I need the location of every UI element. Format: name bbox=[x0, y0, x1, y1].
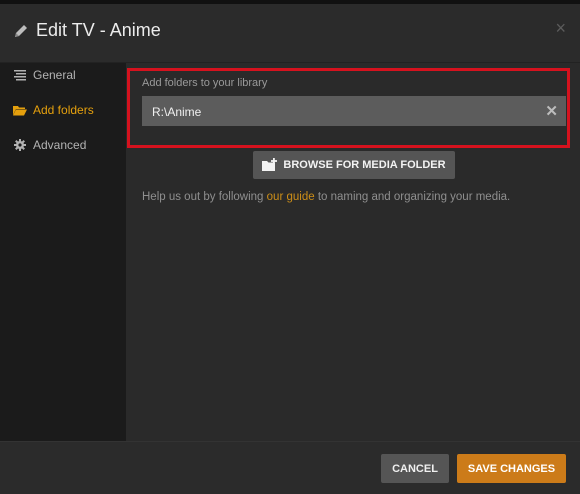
sidebar: General Add folders Advanced bbox=[0, 63, 126, 441]
close-icon[interactable]: × bbox=[555, 18, 566, 39]
folder-add-icon bbox=[262, 158, 278, 172]
sidebar-item-advanced[interactable]: Advanced bbox=[0, 131, 126, 159]
sidebar-item-general[interactable]: General bbox=[0, 61, 126, 89]
sidebar-item-label: Advanced bbox=[33, 138, 87, 152]
sidebar-item-label: General bbox=[33, 68, 76, 82]
folders-label: Add folders to your library bbox=[142, 77, 268, 89]
gear-icon bbox=[13, 138, 27, 152]
sidebar-item-add-folders[interactable]: Add folders bbox=[0, 96, 126, 124]
folder-path-value[interactable]: R:\Anime bbox=[152, 105, 201, 119]
browse-media-folder-button[interactable]: BROWSE FOR MEDIA FOLDER bbox=[253, 151, 455, 179]
pencil-icon bbox=[13, 23, 29, 39]
folder-open-icon bbox=[13, 103, 27, 117]
folder-path-input[interactable]: R:\Anime ✕ bbox=[142, 96, 566, 126]
dialog-header: Edit TV - Anime × bbox=[0, 4, 580, 63]
dialog-title: Edit TV - Anime bbox=[36, 20, 161, 40]
browse-button-label: BROWSE FOR MEDIA FOLDER bbox=[283, 159, 446, 171]
help-suffix: to naming and organizing your media. bbox=[314, 191, 511, 203]
save-changes-button[interactable]: SAVE CHANGES bbox=[457, 454, 566, 483]
list-icon bbox=[13, 68, 27, 82]
clear-icon[interactable]: ✕ bbox=[545, 102, 558, 120]
help-prefix: Help us out by following bbox=[142, 191, 267, 203]
guide-link[interactable]: our guide bbox=[267, 191, 315, 203]
help-text: Help us out by following our guide to na… bbox=[142, 191, 510, 203]
cancel-button[interactable]: CANCEL bbox=[381, 454, 449, 483]
sidebar-item-label: Add folders bbox=[33, 103, 94, 117]
